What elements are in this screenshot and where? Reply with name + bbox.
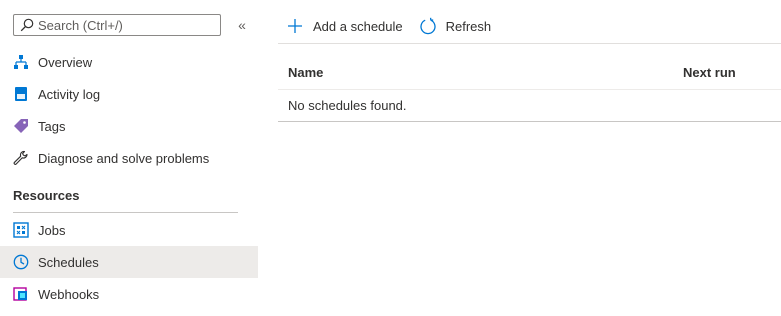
- tag-icon: [13, 118, 29, 134]
- refresh-button[interactable]: Refresh: [419, 17, 492, 35]
- sidebar: « Overview Activity log Ta: [0, 0, 258, 316]
- grid-header-divider: [278, 89, 781, 90]
- collapse-sidebar-icon[interactable]: «: [234, 16, 250, 34]
- command-bar: Add a schedule Refresh: [278, 8, 507, 44]
- activity-log-icon: [13, 86, 29, 102]
- grid-bottom-divider: [278, 121, 781, 122]
- sidebar-item-label: Schedules: [38, 254, 99, 270]
- sidebar-item-webhooks[interactable]: Webhooks: [0, 278, 258, 310]
- sidebar-item-activity-log[interactable]: Activity log: [0, 78, 258, 110]
- sidebar-item-overview[interactable]: Overview: [0, 46, 258, 78]
- search-box[interactable]: [13, 14, 221, 36]
- grid-header: Name Next run: [278, 58, 781, 88]
- sidebar-item-jobs[interactable]: Jobs: [0, 214, 258, 246]
- empty-state-message: No schedules found.: [288, 98, 407, 113]
- add-schedule-label: Add a schedule: [313, 18, 403, 34]
- sidebar-item-tags[interactable]: Tags: [0, 110, 258, 142]
- column-header-name[interactable]: Name: [288, 65, 323, 80]
- toolbar-divider: [278, 43, 781, 44]
- sidebar-item-diagnose[interactable]: Diagnose and solve problems: [0, 142, 258, 174]
- refresh-icon: [419, 17, 437, 35]
- plus-icon: [286, 17, 304, 35]
- clock-icon: [13, 254, 29, 270]
- overview-hierarchy-icon: [13, 54, 29, 70]
- jobs-icon: [13, 222, 29, 238]
- section-divider: [13, 212, 238, 213]
- webhook-icon: [13, 286, 29, 302]
- sidebar-item-label: Activity log: [38, 86, 101, 102]
- sidebar-item-label: Tags: [38, 118, 66, 134]
- section-header-resources: Resources: [13, 188, 80, 203]
- sidebar-item-label: Jobs: [38, 222, 66, 238]
- search-icon: [20, 18, 34, 32]
- search-input[interactable]: [34, 17, 220, 33]
- sidebar-item-schedules[interactable]: Schedules: [0, 246, 258, 278]
- column-header-next-run[interactable]: Next run: [683, 65, 736, 80]
- sidebar-item-label: Diagnose and solve problems: [38, 150, 210, 166]
- sidebar-item-label: Overview: [38, 54, 93, 70]
- refresh-label: Refresh: [445, 18, 492, 34]
- wrench-icon: [13, 150, 29, 166]
- sidebar-item-label: Webhooks: [38, 286, 100, 302]
- add-schedule-button[interactable]: Add a schedule: [278, 17, 403, 35]
